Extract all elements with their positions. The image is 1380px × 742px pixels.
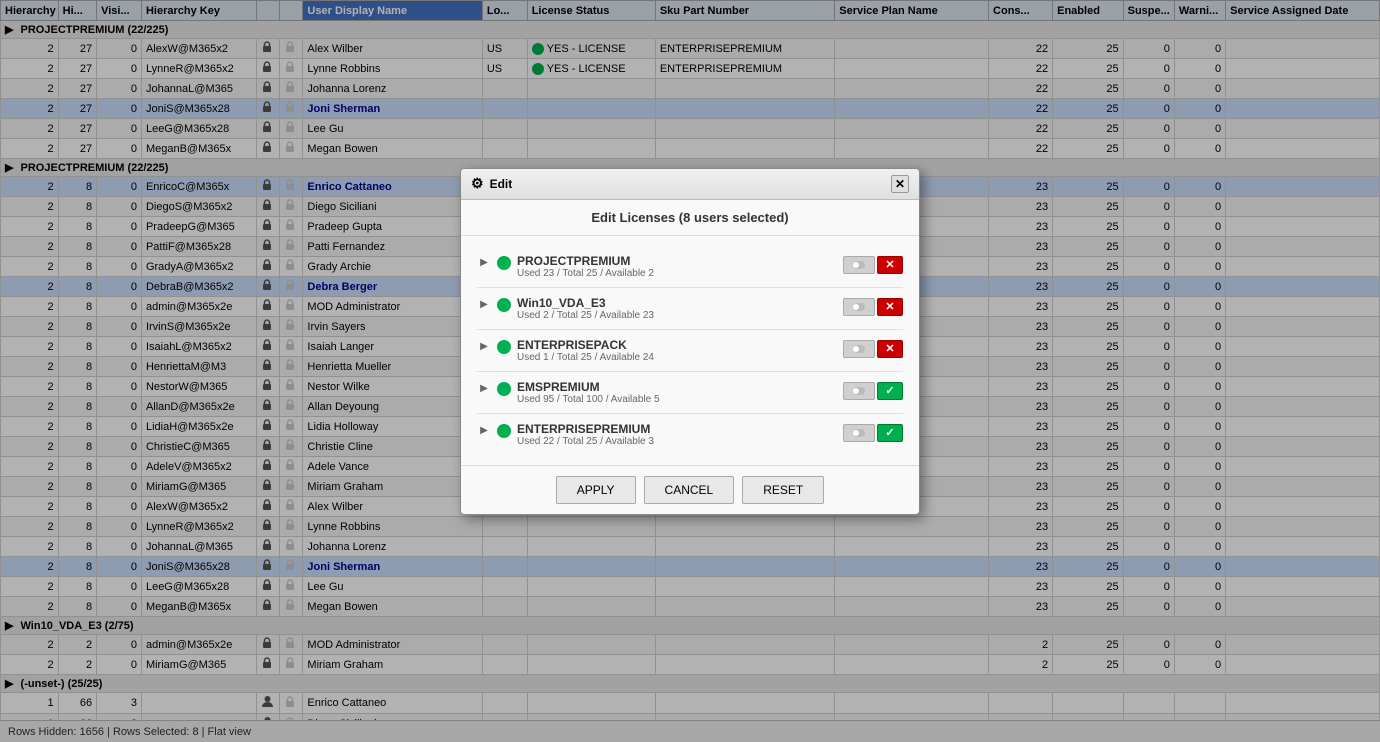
license-item: ▶ ENTERPRISEPREMIUM Used 22 / Total 25 /… <box>477 414 903 455</box>
modal-overlay: ⚙ Edit ✕ Edit Licenses (8 users selected… <box>0 0 1380 742</box>
chevron-icon[interactable]: ▶ <box>477 382 491 396</box>
chevron-icon[interactable]: ▶ <box>477 298 491 312</box>
license-item: ▶ PROJECTPREMIUM Used 23 / Total 25 / Av… <box>477 246 903 288</box>
license-item: ▶ ENTERPRISEPACK Used 1 / Total 25 / Ava… <box>477 330 903 372</box>
license-state-red-btn[interactable]: ✕ <box>877 340 903 358</box>
license-state-green-btn[interactable]: ✓ <box>877 382 903 400</box>
license-usage: Used 23 / Total 25 / Available 2 <box>517 268 837 279</box>
license-toggle-btn[interactable] <box>843 340 875 358</box>
modal-body: ▶ PROJECTPREMIUM Used 23 / Total 25 / Av… <box>461 236 919 465</box>
license-toggle-btn[interactable] <box>843 424 875 442</box>
license-dot <box>497 256 511 270</box>
license-usage: Used 95 / Total 100 / Available 5 <box>517 394 837 405</box>
license-dot <box>497 340 511 354</box>
license-usage: Used 1 / Total 25 / Available 24 <box>517 352 837 363</box>
license-controls: ✕ <box>843 298 903 316</box>
modal-footer: APPLY CANCEL RESET <box>461 465 919 514</box>
license-toggle-btn[interactable] <box>843 298 875 316</box>
license-name: Win10_VDA_E3 <box>517 296 837 310</box>
modal-header: ⚙ Edit ✕ <box>461 169 919 200</box>
license-dot <box>497 298 511 312</box>
license-state-green-btn[interactable]: ✓ <box>877 424 903 442</box>
license-name: ENTERPRISEPACK <box>517 338 837 352</box>
chevron-icon[interactable]: ▶ <box>477 340 491 354</box>
license-item: ▶ EMSPREMIUM Used 95 / Total 100 / Avail… <box>477 372 903 414</box>
modal-header-left: ⚙ Edit <box>471 175 512 192</box>
license-usage: Used 22 / Total 25 / Available 3 <box>517 436 837 447</box>
license-state-red-btn[interactable]: ✕ <box>877 298 903 316</box>
license-dot <box>497 382 511 396</box>
license-controls: ✓ <box>843 382 903 400</box>
license-controls: ✓ <box>843 424 903 442</box>
license-toggle-btn[interactable] <box>843 256 875 274</box>
modal-header-label: Edit <box>490 177 513 191</box>
modal-close-button[interactable]: ✕ <box>891 175 909 193</box>
license-name: PROJECTPREMIUM <box>517 254 837 268</box>
apply-button[interactable]: APPLY <box>556 476 636 504</box>
edit-modal: ⚙ Edit ✕ Edit Licenses (8 users selected… <box>460 168 920 515</box>
modal-title: Edit Licenses (8 users selected) <box>461 200 919 236</box>
license-toggle-btn[interactable] <box>843 382 875 400</box>
cancel-button[interactable]: CANCEL <box>644 476 735 504</box>
gear-icon: ⚙ <box>471 175 484 192</box>
chevron-icon[interactable]: ▶ <box>477 424 491 438</box>
chevron-icon[interactable]: ▶ <box>477 256 491 270</box>
license-controls: ✕ <box>843 256 903 274</box>
reset-button[interactable]: RESET <box>742 476 824 504</box>
license-name: EMSPREMIUM <box>517 380 837 394</box>
license-state-red-btn[interactable]: ✕ <box>877 256 903 274</box>
license-controls: ✕ <box>843 340 903 358</box>
license-dot <box>497 424 511 438</box>
license-item: ▶ Win10_VDA_E3 Used 2 / Total 25 / Avail… <box>477 288 903 330</box>
license-usage: Used 2 / Total 25 / Available 23 <box>517 310 837 321</box>
license-name: ENTERPRISEPREMIUM <box>517 422 837 436</box>
